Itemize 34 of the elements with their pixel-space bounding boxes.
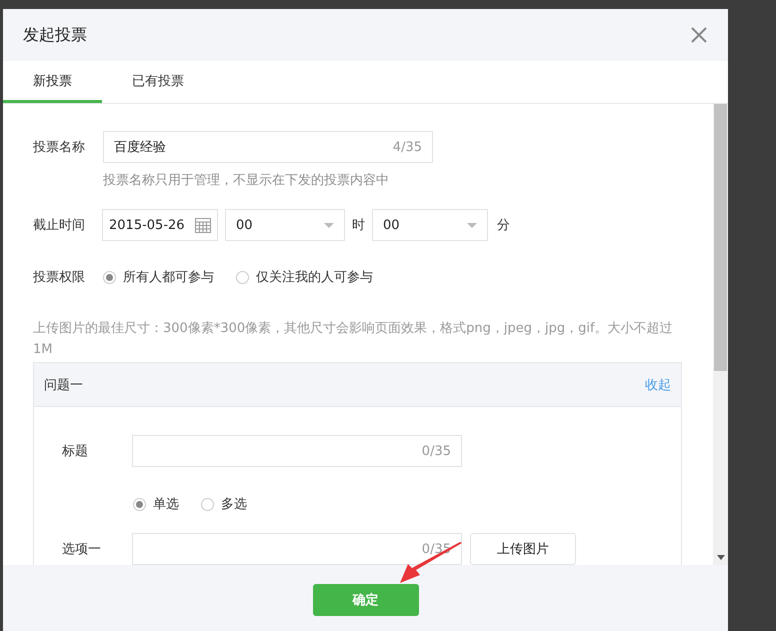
close-icon <box>690 26 708 44</box>
radio-option[interactable]: 仅关注我的人可参与 <box>236 268 373 286</box>
char-counter: 0/35 <box>422 542 451 556</box>
radio-option[interactable]: 单选 <box>133 495 179 513</box>
unit-text: 时 <box>352 217 365 234</box>
field-label: 投票权限 <box>33 269 86 286</box>
question-heading: 问题一 <box>44 376 83 394</box>
char-counter: 0/35 <box>422 444 451 458</box>
scrollbar-thumb[interactable] <box>714 104 727 371</box>
field-label: 标题 <box>62 443 89 460</box>
unit-text: 分 <box>497 217 510 234</box>
field-label: 截止时间 <box>33 217 86 234</box>
tab[interactable]: 已有投票 <box>102 61 214 103</box>
date-field[interactable]: 2015-05-26 <box>102 209 218 241</box>
char-counter: 4/35 <box>392 140 422 154</box>
minute-select[interactable]: 00 <box>372 209 488 241</box>
close-button[interactable] <box>690 26 708 44</box>
caret-icon <box>467 222 477 228</box>
upload-note: 上传图片的最佳尺寸：300像素*300像素，其他尺寸会影响页面效果，格式png，jpeg，jpg，gif。大小不超过1M <box>33 320 674 359</box>
caret-icon <box>324 222 334 228</box>
radio-option[interactable]: 多选 <box>201 495 247 513</box>
tab[interactable]: 新投票 <box>3 61 102 103</box>
field-label: 投票名称 <box>33 139 86 156</box>
hint-text: 投票名称只用于管理，不显示在下发的投票内容中 <box>103 172 390 189</box>
field-label: 选项一 <box>62 541 102 558</box>
radio-option[interactable]: 所有人都可参与 <box>103 268 214 286</box>
hour-select[interactable]: 00 <box>225 209 345 241</box>
scrollbar[interactable] <box>713 104 728 565</box>
calendar-icon <box>195 217 211 233</box>
upload-button[interactable]: 上传图片 <box>470 533 576 565</box>
dialog-title: 发起投票 <box>23 24 87 46</box>
scroll-down-icon[interactable] <box>716 555 724 560</box>
arrow-drawing <box>398 542 464 584</box>
input-field[interactable]: 百度经验 4/35 <box>103 131 433 163</box>
